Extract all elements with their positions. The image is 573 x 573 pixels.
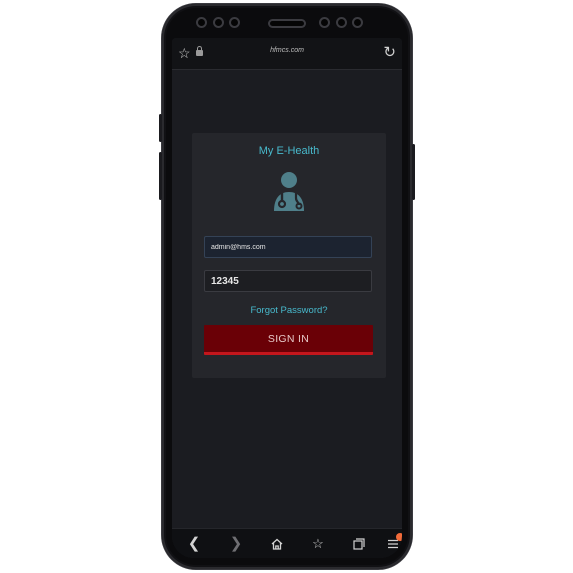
url-text[interactable]: hfmcs.com <box>172 47 402 54</box>
sign-in-button[interactable]: SIGN IN <box>204 325 373 355</box>
back-icon[interactable]: ❮ <box>184 534 204 554</box>
stage: ☆ hfmcs.com ↻ My E-Health Forgot Passwo <box>0 0 573 573</box>
iris-scanner-icon-2 <box>231 19 238 26</box>
bookmarks-icon[interactable]: ☆ <box>308 534 328 554</box>
reload-icon[interactable]: ↻ <box>383 43 396 63</box>
tabs-icon[interactable] <box>349 534 369 554</box>
iris-scanner-icon <box>215 19 222 26</box>
forgot-password-link[interactable]: Forgot Password? <box>192 305 386 316</box>
home-icon[interactable] <box>267 534 287 554</box>
light-sensor-icon <box>354 19 361 26</box>
front-camera-icon <box>321 19 328 26</box>
browser-bottom-nav: ❮ ❯ ☆ <box>172 528 402 558</box>
browser-url-bar[interactable]: ☆ hfmcs.com ↻ <box>172 38 402 70</box>
volume-down-button <box>159 152 162 200</box>
forward-icon[interactable]: ❯ <box>226 534 246 554</box>
app-title: My E-Health <box>258 145 320 157</box>
login-card: My E-Health Forgot Password? SIGN IN <box>192 133 386 378</box>
phone-frame: ☆ hfmcs.com ↻ My E-Health Forgot Passwo <box>159 4 415 569</box>
password-field[interactable] <box>204 270 372 292</box>
power-button <box>412 144 415 200</box>
menu-icon[interactable] <box>383 533 402 554</box>
sensor-icon <box>198 19 205 26</box>
volume-up-button <box>159 114 162 142</box>
email-field[interactable] <box>204 236 372 258</box>
earpiece-speaker <box>270 21 304 26</box>
notification-dot-icon <box>396 533 402 541</box>
phone-screen: ☆ hfmcs.com ↻ My E-Health Forgot Passwo <box>172 38 402 558</box>
doctor-stethoscope-icon <box>274 172 304 211</box>
proximity-sensor-icon <box>338 19 345 26</box>
